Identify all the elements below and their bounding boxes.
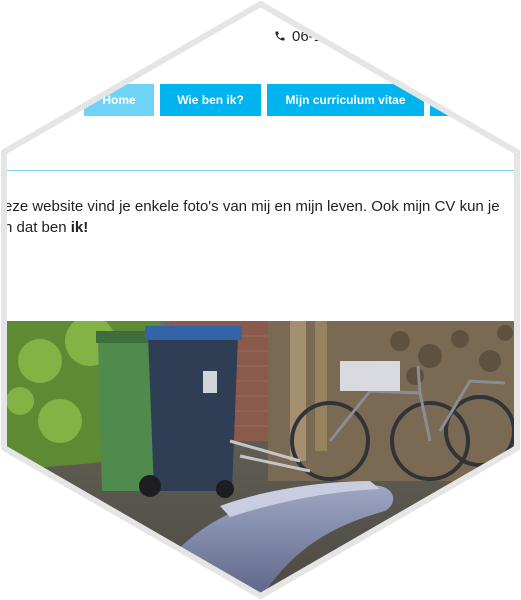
intro-line-2-text: n dat ben bbox=[4, 219, 71, 236]
phone-number[interactable]: 06-12 bbox=[274, 28, 330, 45]
intro-line-2: n dat ben ik! bbox=[4, 217, 521, 238]
nav-tab-wie-ben-ik[interactable]: Wie ben ik? bbox=[160, 84, 261, 116]
intro-line-1: eze website vind je enkele foto's van mi… bbox=[4, 198, 500, 215]
header-divider bbox=[0, 170, 521, 171]
phone-text: 06-12 bbox=[292, 28, 331, 45]
hero-photo bbox=[0, 321, 521, 600]
nav-tab-home[interactable]: Home bbox=[84, 84, 154, 116]
intro-emphasis: ik! bbox=[70, 219, 89, 236]
hero-photo-illustration bbox=[0, 321, 521, 600]
page-viewport: 06-12 Home Wie ben ik? Mijn curriculum v… bbox=[0, 0, 521, 600]
intro-text: eze website vind je enkele foto's van mi… bbox=[4, 196, 521, 238]
nav-tab-partial[interactable] bbox=[430, 84, 521, 116]
nav-tab-curriculum-vitae[interactable]: Mijn curriculum vitae bbox=[267, 84, 424, 116]
phone-icon bbox=[275, 31, 285, 41]
